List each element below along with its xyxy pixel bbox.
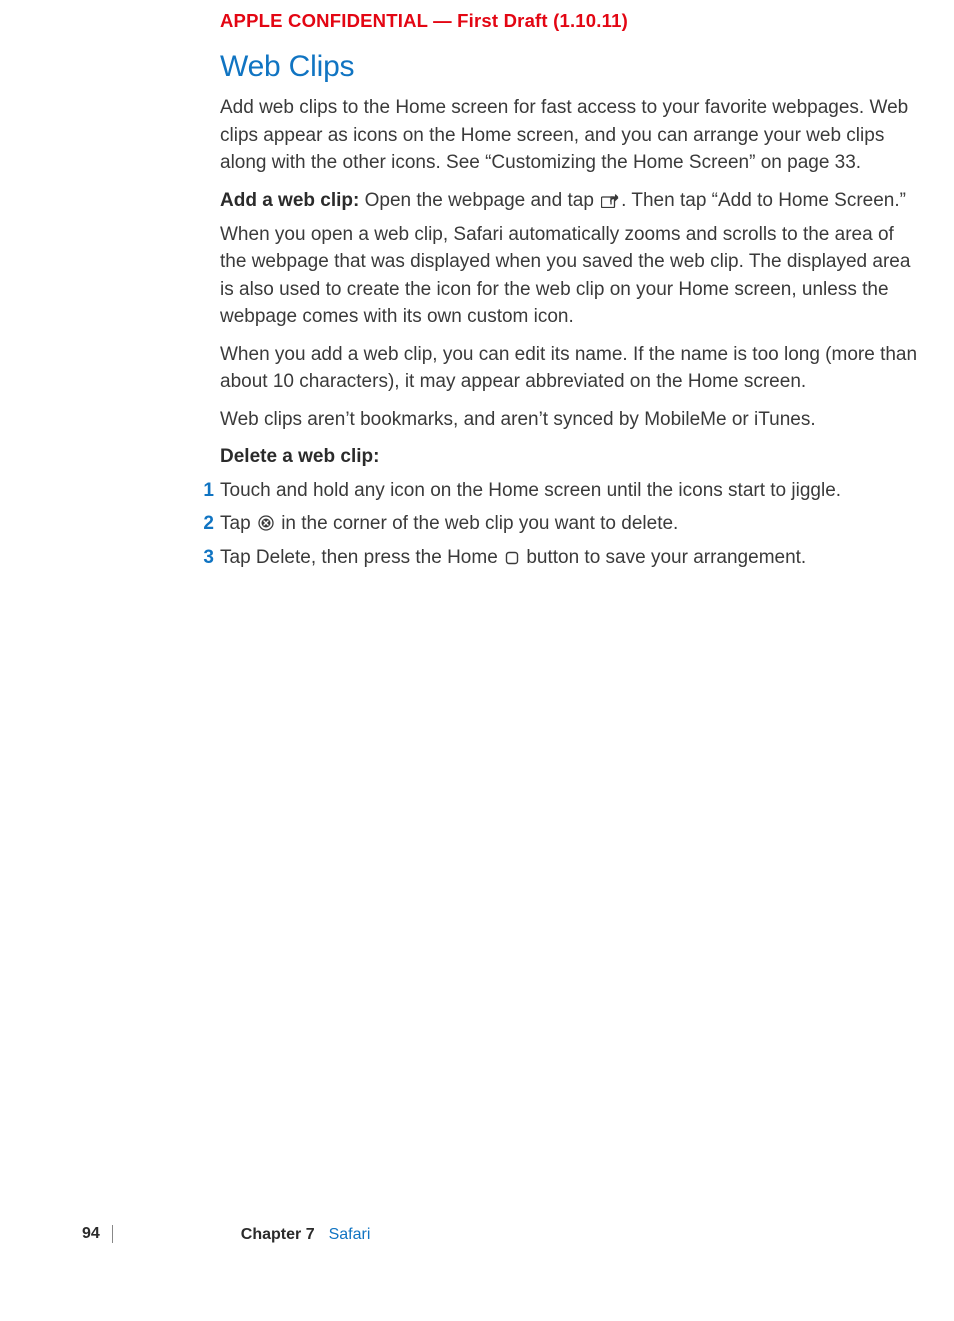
add-webclip-text-before: Open the webpage and tap bbox=[359, 190, 599, 211]
delete-steps-list: 1 Touch and hold any icon on the Home sc… bbox=[220, 477, 920, 572]
step-text-before: Tap Delete, then press the Home bbox=[220, 547, 503, 568]
paragraph-3: When you add a web clip, you can edit it… bbox=[220, 341, 920, 396]
list-item: 2 Tap in the corner of the web clip you … bbox=[220, 510, 920, 538]
add-webclip-label: Add a web clip: bbox=[220, 190, 359, 211]
home-button-icon bbox=[505, 551, 519, 565]
intro-paragraph: Add web clips to the Home screen for fas… bbox=[220, 94, 920, 177]
step-text: Touch and hold any icon on the Home scre… bbox=[220, 480, 841, 501]
step-number: 2 bbox=[196, 510, 214, 538]
add-webclip-text-after: . Then tap “Add to Home Screen.” bbox=[621, 190, 906, 211]
paragraph-2: When you open a web clip, Safari automat… bbox=[220, 221, 920, 331]
step-text-after: in the corner of the web clip you want t… bbox=[276, 513, 678, 534]
share-icon bbox=[601, 194, 619, 208]
paragraph-4: Web clips aren’t bookmarks, and aren’t s… bbox=[220, 406, 920, 434]
list-item: 3 Tap Delete, then press the Home button… bbox=[220, 544, 920, 572]
chapter-name: Safari bbox=[329, 1223, 371, 1246]
delete-x-icon bbox=[258, 515, 274, 531]
section-title: Web Clips bbox=[220, 45, 920, 89]
page-number: 94 bbox=[82, 1225, 113, 1243]
page-footer: 94 Chapter 7 Safari bbox=[82, 1223, 370, 1246]
step-text-after: button to save your arrangement. bbox=[521, 547, 806, 568]
step-number: 3 bbox=[196, 544, 214, 572]
delete-heading: Delete a web clip: bbox=[220, 443, 920, 471]
page-content: APPLE CONFIDENTIAL — First Draft (1.10.1… bbox=[220, 8, 920, 578]
chapter-label: Chapter 7 bbox=[241, 1223, 315, 1246]
confidential-banner: APPLE CONFIDENTIAL — First Draft (1.10.1… bbox=[220, 8, 920, 35]
list-item: 1 Touch and hold any icon on the Home sc… bbox=[220, 477, 920, 505]
step-number: 1 bbox=[196, 477, 214, 505]
step-text-before: Tap bbox=[220, 513, 256, 534]
add-webclip-paragraph: Add a web clip: Open the webpage and tap… bbox=[220, 187, 920, 215]
